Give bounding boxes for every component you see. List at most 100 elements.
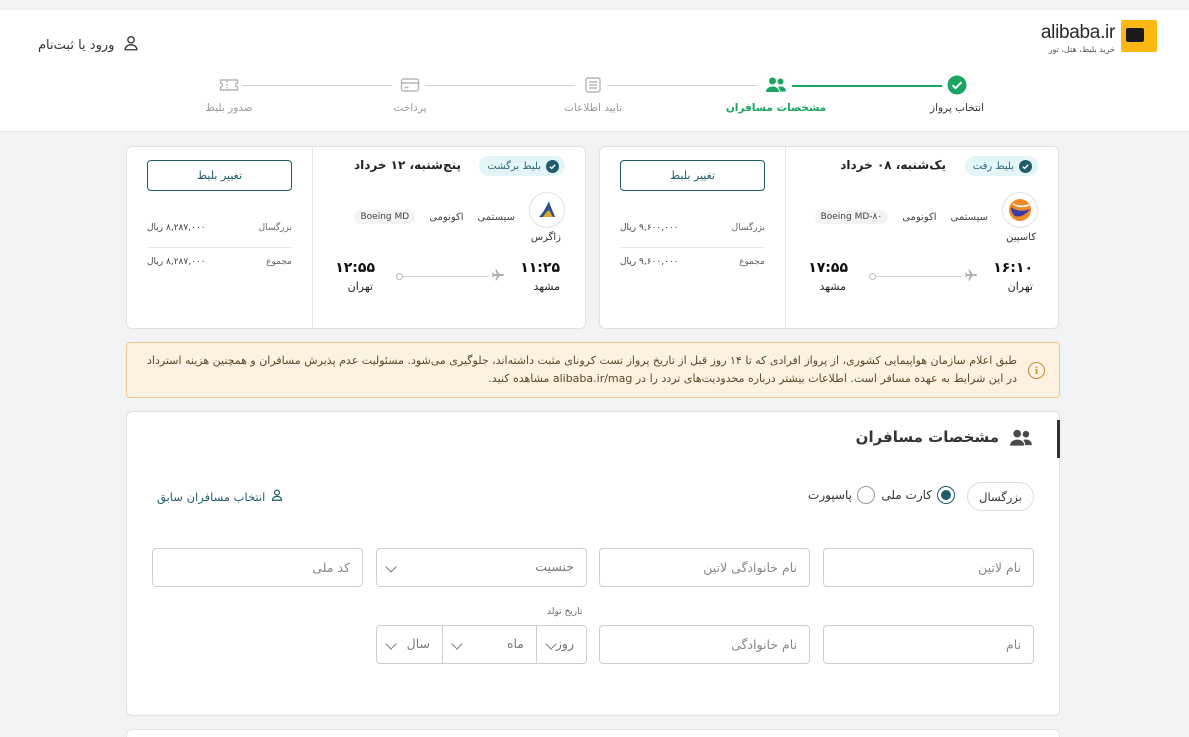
outbound-ticket-card: بلیط رفت یک‌شنبه، ۰۸ خرداد کاسپین سیستمی…	[599, 146, 1059, 329]
return-ticket-card: بلیط برگشت پنج‌شنبه، ۱۲ خرداد زاگرس سیست…	[126, 146, 586, 329]
list-icon	[582, 74, 604, 96]
gender-placeholder: جنسیت	[535, 559, 574, 574]
passport-option[interactable]: پاسپورت	[808, 486, 875, 504]
family-input[interactable]	[600, 626, 809, 663]
card-divider	[785, 147, 786, 328]
prev-link-label: انتخاب مسافران سابق	[157, 489, 266, 504]
birth-day-select[interactable]: روز	[536, 626, 586, 663]
airline-name: زاگرس	[530, 232, 561, 243]
national-code-field[interactable]	[152, 548, 363, 587]
user-icon	[270, 488, 284, 505]
depart-time: ۱۶:۱۰	[993, 260, 1033, 276]
step-select-flight[interactable]: انتخاب پرواز	[902, 74, 1012, 114]
alibaba-logo[interactable]: alibaba.ir خرید بلیط، هتل، تور	[1017, 20, 1157, 64]
passport-radio[interactable]	[857, 486, 875, 504]
class-type: سیستمی	[477, 211, 515, 223]
total-label: مجموع	[266, 257, 292, 267]
adult-price-row: ۸,۲۸۷,۰۰۰ ریال بزرگسال	[147, 223, 292, 233]
airline-name: کاسپین	[1006, 232, 1036, 243]
check-icon	[1019, 159, 1032, 173]
users-icon	[765, 74, 787, 96]
airplane-icon	[964, 268, 978, 286]
aircraft-type: Boeing MD	[354, 210, 416, 224]
passengers-panel: مشخصات مسافران انتخاب مسافران سابق بزرگس…	[126, 411, 1060, 716]
arrive-city: مشهد	[819, 280, 846, 293]
info-icon: i	[1028, 362, 1045, 379]
booking-stepper: انتخاب پرواز مشخصات مسافران تایید اطلاعا…	[180, 74, 1000, 134]
covid-alert: i طبق اعلام سازمان هواپیمایی کشوری، از پ…	[126, 342, 1060, 398]
name-input[interactable]	[824, 626, 1033, 663]
total-price: ۹,۶۰۰,۰۰۰ ریال	[620, 257, 679, 267]
adult-price-row: ۹,۶۰۰,۰۰۰ ریال بزرگسال	[620, 223, 765, 233]
step-payment: پرداخت	[355, 74, 465, 114]
cabin-class: اکونومی	[902, 211, 937, 223]
birth-year-select[interactable]: سال	[377, 626, 442, 663]
login-button[interactable]: ورود یا ثبت‌نام	[38, 34, 140, 56]
birth-date-group: سال ماه روز	[376, 625, 587, 664]
class-type: سیستمی	[950, 211, 988, 223]
alert-line-2: در این شرایط به عهده مسافر است. اطلاعات …	[488, 372, 1017, 385]
caspian-logo-icon	[1002, 192, 1038, 228]
step-passengers[interactable]: مشخصات مسافران	[721, 74, 831, 114]
logo-text: alibaba.ir	[1040, 22, 1115, 43]
month-placeholder: ماه	[506, 636, 524, 651]
gender-select[interactable]: جنسیت	[376, 548, 587, 587]
step-label: تایید اطلاعات	[564, 102, 622, 114]
name-field[interactable]	[823, 625, 1034, 664]
flight-info-chips: سیستمی اکونومی Boeing MD	[354, 210, 515, 224]
family-field[interactable]	[599, 625, 810, 664]
price-divider	[620, 247, 765, 248]
step-label: پرداخت	[393, 102, 427, 114]
total-price-row: ۹,۶۰۰,۰۰۰ ریال مجموع	[620, 257, 765, 267]
year-placeholder: سال	[406, 636, 430, 651]
arrive-time: ۱۲:۵۵	[335, 260, 375, 276]
step-issue-ticket: صدور بلیط	[174, 74, 284, 114]
change-ticket-button[interactable]: تغییر بلیط	[147, 160, 292, 191]
national-id-radio[interactable]	[937, 486, 955, 504]
arrive-city: تهران	[347, 280, 373, 293]
check-icon	[546, 159, 559, 173]
adult-label: بزرگسال	[258, 223, 292, 233]
depart-city: تهران	[1007, 280, 1033, 293]
latin-name-field[interactable]	[823, 548, 1034, 587]
national-code-input[interactable]	[153, 549, 362, 586]
logo-mark-icon	[1121, 20, 1157, 52]
route-line	[869, 273, 962, 280]
airplane-icon	[491, 268, 505, 286]
birth-month-select[interactable]: ماه	[442, 626, 536, 663]
price-divider	[147, 247, 292, 248]
latin-family-field[interactable]	[599, 548, 810, 587]
card-icon	[399, 74, 421, 96]
adult-price: ۸,۲۸۷,۰۰۰ ریال	[147, 223, 206, 233]
chevron-down-icon	[385, 638, 397, 650]
badge-label: بلیط رفت	[972, 160, 1014, 172]
top-header: alibaba.ir خرید بلیط، هتل، تور ورود یا ث…	[0, 0, 1189, 132]
step-label: صدور بلیط	[205, 102, 253, 114]
return-badge: بلیط برگشت	[479, 156, 565, 176]
cabin-class: اکونومی	[429, 211, 464, 223]
zagros-logo-icon	[529, 192, 565, 228]
latin-family-input[interactable]	[600, 549, 809, 586]
total-price-row: ۸,۲۸۷,۰۰۰ ریال مجموع	[147, 257, 292, 267]
age-type-chip[interactable]: بزرگسال	[967, 482, 1034, 511]
alert-text: طبق اعلام سازمان هواپیمایی کشوری، از پرو…	[147, 352, 1017, 388]
step-label: انتخاب پرواز	[930, 102, 984, 114]
latin-name-input[interactable]	[824, 549, 1033, 586]
arrive-time: ۱۷:۵۵	[808, 260, 848, 276]
badge-label: بلیط برگشت	[487, 160, 541, 172]
depart-city: مشهد	[533, 280, 560, 293]
day-placeholder: روز	[555, 636, 574, 651]
step-label: مشخصات مسافران	[725, 102, 827, 114]
flight-info-chips: سیستمی اکونومی Boeing MD-۸۰	[814, 210, 988, 224]
select-previous-passengers-link[interactable]: انتخاب مسافران سابق	[157, 488, 284, 505]
panel-title: مشخصات مسافران	[855, 428, 999, 446]
ticket-icon	[218, 74, 240, 96]
change-ticket-button[interactable]: تغییر بلیط	[620, 160, 765, 191]
step-confirm: تایید اطلاعات	[538, 74, 648, 114]
check-circle-icon	[946, 74, 968, 96]
birth-date-label: تاریخ تولد	[547, 607, 583, 617]
national-id-option[interactable]: کارت ملی	[881, 486, 955, 504]
user-icon	[122, 34, 140, 56]
alert-line-1: طبق اعلام سازمان هواپیمایی کشوری، از پرو…	[146, 354, 1017, 367]
aircraft-type: Boeing MD-۸۰	[814, 210, 889, 224]
